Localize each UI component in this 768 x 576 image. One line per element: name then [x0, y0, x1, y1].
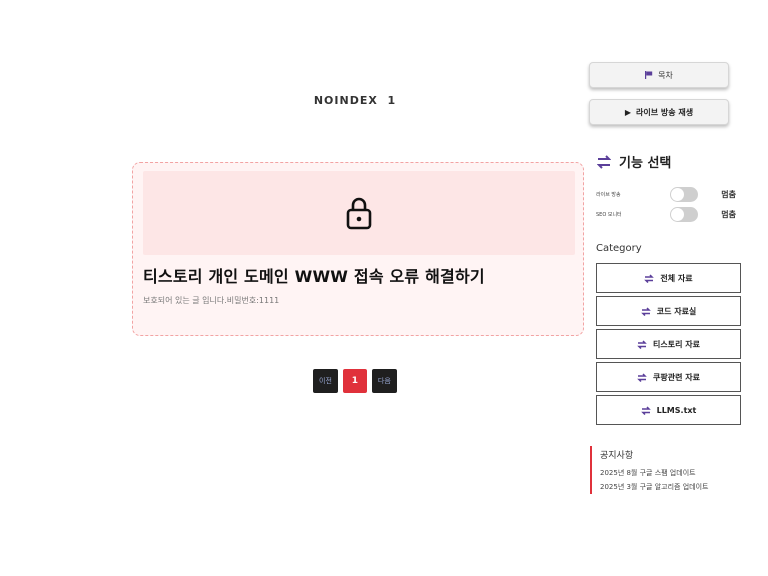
swap-arrows-icon [644, 273, 655, 283]
swap-arrows-icon [637, 339, 647, 349]
category-label: LLMS.txt [656, 405, 697, 415]
toggle-state: 멈춤 [721, 190, 736, 199]
toc-label: 목차 [658, 70, 673, 80]
post-thumbnail[interactable] [143, 171, 575, 255]
toggle-row-live: 라이브 방송 멈춤 [596, 187, 736, 202]
post-card[interactable]: 티스토리 개인 도메인 WWW 접속 오류 해결하기 보호되어 있는 글 입니다… [132, 162, 584, 336]
notice-title: 공지사항 [600, 451, 634, 461]
toc-button[interactable]: 목차 [589, 62, 729, 88]
play-icon: ▶ [624, 107, 632, 117]
swap-arrows-icon [637, 372, 647, 382]
notice-item[interactable]: 2025년 8월 구글 스팸 업데이트 [600, 466, 740, 480]
toggle-row-seo: SEO 모니터 멈춤 [596, 207, 736, 222]
notice-item[interactable]: 2025년 3월 구글 알고리즘 업데이트 [600, 480, 740, 494]
category-label: 티스토리 자료 [653, 339, 700, 349]
category-label: 코드 자료실 [656, 306, 697, 316]
live-play-label: 라이브 방송 재생 [636, 107, 694, 117]
category-llms-button[interactable]: LLMS.txt [596, 395, 741, 425]
next-page-button[interactable]: 다음 [371, 369, 397, 393]
feature-select-title: 기능 선택 [619, 156, 672, 171]
seo-toggle-switch[interactable] [670, 207, 698, 222]
noindex-label: NOINDEX 1 [313, 94, 397, 107]
pagination: 이전 1 다음 [313, 369, 397, 393]
toggle-label: SEO 모니터 [596, 212, 622, 218]
prev-page-button[interactable]: 이전 [313, 369, 338, 393]
current-page-button[interactable]: 1 [342, 369, 367, 393]
category-label: 전체 자료 [660, 273, 693, 283]
category-all-button[interactable]: 전체 자료 [596, 263, 741, 293]
category-label: 쿠팡관련 자료 [653, 372, 700, 382]
live-play-button[interactable]: ▶ 라이브 방송 재생 [589, 99, 729, 125]
swap-arrows-icon [640, 306, 651, 316]
live-toggle-switch[interactable] [670, 187, 698, 202]
post-title[interactable]: 티스토리 개인 도메인 WWW 접속 오류 해결하기 [143, 263, 485, 287]
flag-icon [645, 71, 653, 79]
notice-panel: 공지사항 2025년 8월 구글 스팸 업데이트 2025년 3월 구글 알고리… [590, 446, 740, 494]
category-coupang-button[interactable]: 쿠팡관련 자료 [596, 362, 741, 392]
toggle-label: 라이브 방송 [596, 192, 621, 198]
post-description: 보호되어 있는 글 입니다.비밀번호:1111 [143, 296, 280, 305]
swap-arrows-icon [640, 405, 651, 415]
feature-select-heading: 기능 선택 [597, 152, 671, 171]
category-tistory-button[interactable]: 티스토리 자료 [596, 329, 741, 359]
category-heading: Category [596, 243, 642, 254]
lock-icon [346, 197, 372, 230]
toggle-state: 멈춤 [721, 210, 736, 219]
category-code-button[interactable]: 코드 자료실 [596, 296, 741, 326]
swap-arrows-icon [597, 154, 611, 169]
